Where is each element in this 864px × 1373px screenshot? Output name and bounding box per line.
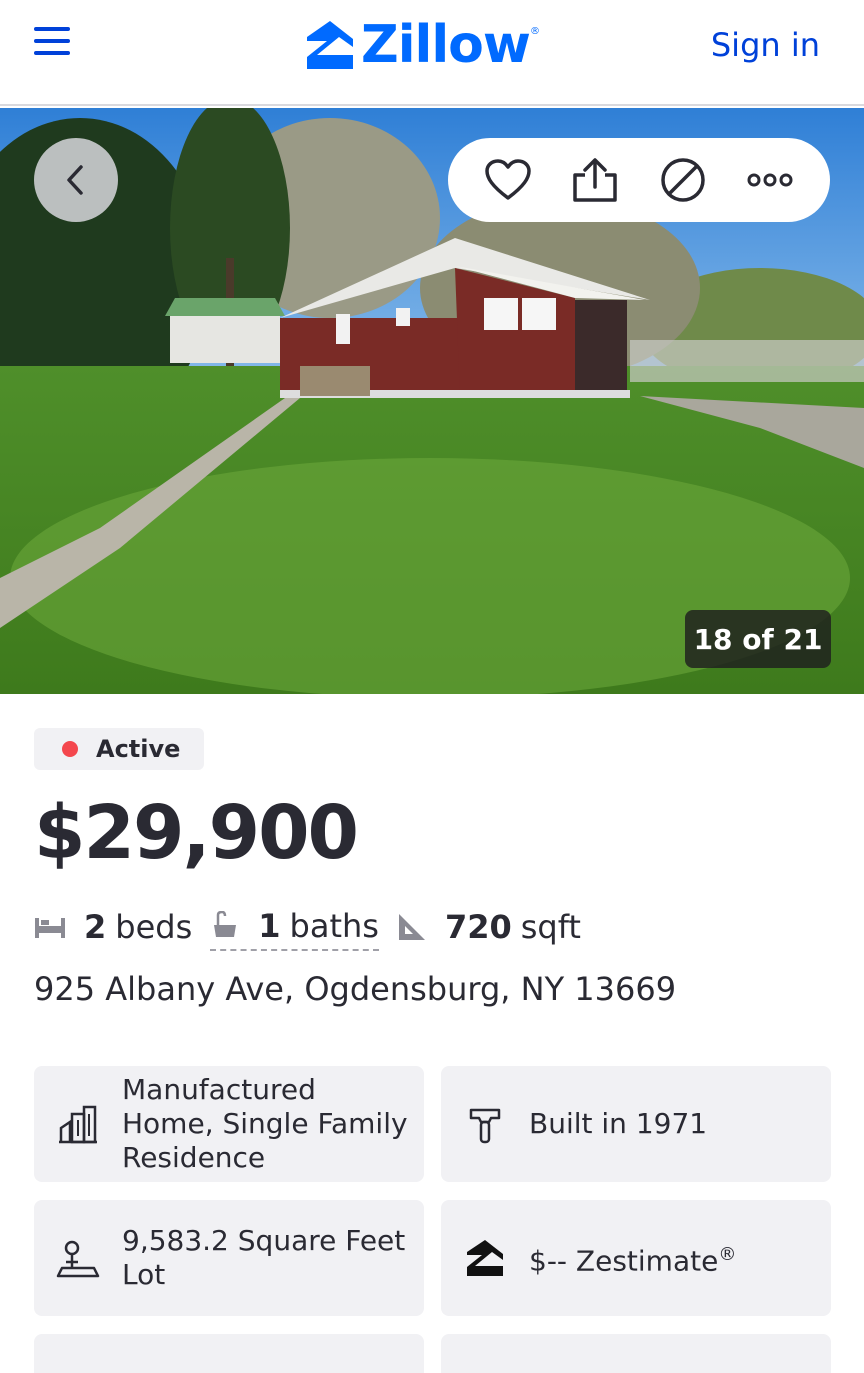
- baths-label: baths: [289, 907, 379, 945]
- save-home-button[interactable]: [478, 150, 538, 210]
- baths-value: 1: [258, 907, 281, 945]
- feature-card-partial-right: [441, 1334, 831, 1373]
- status-badge: Active: [34, 728, 204, 770]
- more-button[interactable]: [740, 150, 800, 210]
- year-built-text: Built in 1971: [529, 1107, 708, 1140]
- more-icon: [747, 173, 793, 187]
- status-label: Active: [96, 735, 181, 763]
- photo-counter: 18 of 21: [685, 610, 831, 668]
- zillow-logo[interactable]: Zillow ®: [305, 16, 540, 74]
- zestimate-icon: [441, 1238, 529, 1278]
- lot-size-text: 9,583.2 Square Feet Lot: [122, 1224, 406, 1291]
- status-dot-icon: [62, 741, 78, 757]
- baths-fact[interactable]: 1 baths: [210, 907, 379, 951]
- logo-text: Zillow: [361, 15, 531, 75]
- share-icon: [573, 158, 617, 202]
- beds-fact: 2 beds: [34, 908, 192, 946]
- zestimate-value: $-- Zestimate: [529, 1244, 719, 1278]
- beds-value: 2: [84, 908, 107, 946]
- sqft-value: 720: [444, 908, 512, 946]
- photo-actions-bar: [448, 138, 830, 222]
- share-button[interactable]: [565, 150, 625, 210]
- sqft-fact: 720 sqft: [397, 908, 581, 946]
- feature-card-partial-left: [34, 1334, 424, 1373]
- home-type-text: Manufactured Home, Single Family Residen…: [122, 1073, 408, 1174]
- building-icon: [34, 1104, 122, 1144]
- sqft-label: sqft: [520, 908, 581, 946]
- zestimate-registered-mark: ®: [718, 1243, 737, 1265]
- home-facts: 2 beds 1 baths 720 sqft: [34, 900, 581, 954]
- feature-card-home-type: Manufactured Home, Single Family Residen…: [34, 1066, 424, 1182]
- hide-icon: [661, 158, 705, 202]
- feature-card-lot-size: 9,583.2 Square Feet Lot: [34, 1200, 424, 1316]
- lot-icon: [34, 1238, 122, 1278]
- zestimate-text: $-- Zestimate®: [529, 1238, 746, 1278]
- bed-icon: [34, 914, 66, 940]
- feature-card-year-built: Built in 1971: [441, 1066, 831, 1182]
- chevron-left-icon: [67, 165, 83, 195]
- listing-photo[interactable]: 18 of 21: [0, 108, 864, 694]
- zillow-logo-icon: [307, 21, 353, 69]
- area-ruler-icon: [397, 912, 427, 942]
- hammer-icon: [441, 1104, 529, 1144]
- hide-button[interactable]: [653, 150, 713, 210]
- top-header: Zillow ® Sign in: [0, 0, 864, 106]
- sign-in-link[interactable]: Sign in: [711, 26, 820, 64]
- back-button[interactable]: [34, 138, 118, 222]
- beds-label: beds: [115, 908, 193, 946]
- bath-icon: [210, 911, 240, 941]
- heart-icon: [485, 159, 531, 200]
- feature-card-zestimate[interactable]: $-- Zestimate®: [441, 1200, 831, 1316]
- listing-price: $29,900: [34, 790, 359, 876]
- listing-address: 925 Albany Ave, Ogdensburg, NY 13669: [34, 970, 677, 1008]
- menu-icon[interactable]: [30, 24, 74, 60]
- logo-registered-mark: ®: [529, 26, 540, 37]
